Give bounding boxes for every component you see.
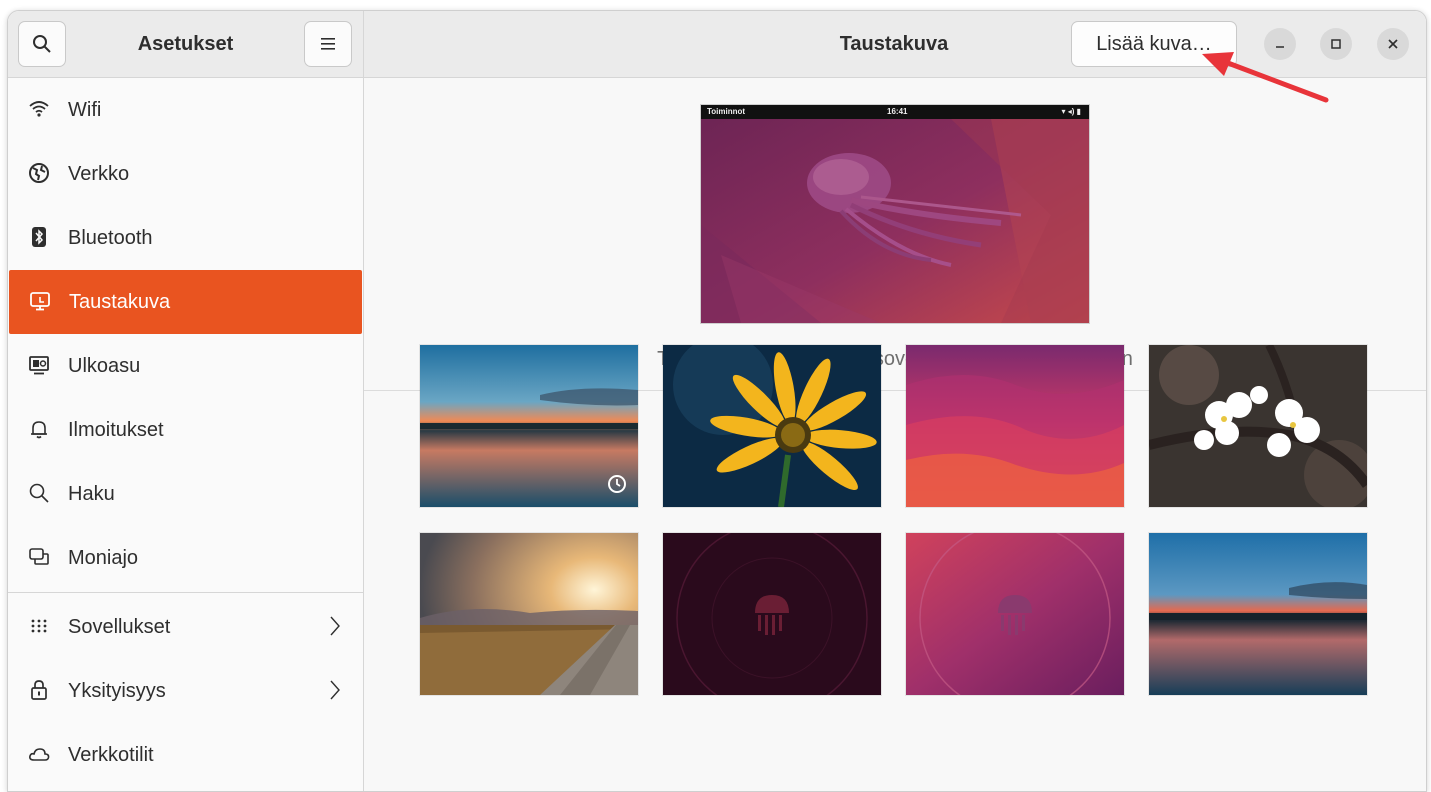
sidebar-item-label: Yksityisyys: [68, 679, 166, 702]
sidebar-item-label: Verkko: [68, 162, 130, 185]
sidebar-title: Asetukset: [137, 33, 234, 55]
preview-top-bar: Toiminnot 16:41 ▾ ◂) ▮: [701, 105, 1089, 119]
sidebar-item-wifi[interactable]: Wifi: [8, 78, 363, 142]
sidebar-header: Asetukset: [8, 11, 363, 78]
sidebar-item-applications[interactable]: Sovellukset: [8, 595, 363, 659]
sidebar-item-network[interactable]: Verkko: [8, 142, 363, 206]
sidebar-item-background[interactable]: Taustakuva: [9, 270, 362, 334]
search-icon: [29, 483, 49, 503]
sidebar-item-label: Wifi: [68, 98, 102, 121]
sidebar-item-label: Bluetooth: [68, 226, 153, 249]
sidebar-item-bluetooth[interactable]: Bluetooth: [8, 206, 363, 270]
wallpaper-thumbnail-magenta-waves[interactable]: [906, 345, 1124, 507]
wallpaper-thumbnail-yellow-flower[interactable]: [663, 345, 881, 507]
annotation-arrow-icon: [1202, 52, 1329, 103]
monitor-icon: [30, 292, 50, 311]
main-panel: Taustakuva Lisää kuva… Toiminnot 16:41 ▾…: [364, 11, 1426, 791]
globe-icon: [29, 163, 49, 183]
wifi-icon: [29, 101, 49, 117]
sidebar-item-label: Sovellukset: [68, 615, 171, 638]
sidebar-item-label: Taustakuva: [69, 290, 171, 313]
time-based-wallpaper-icon: [608, 475, 626, 493]
chevron-right-icon: [330, 616, 340, 636]
sidebar-item-label: Haku: [68, 482, 115, 505]
wallpaper-preview: Toiminnot 16:41 ▾ ◂) ▮: [700, 104, 1090, 324]
cloud-icon: [29, 748, 50, 761]
close-icon: [1388, 39, 1398, 49]
sidebar-item-privacy[interactable]: Yksityisyys: [8, 659, 363, 723]
sidebar-nav: Wifi Verkko Bluetooth Taustakuva Ulkoasu…: [8, 78, 363, 787]
lock-icon: [31, 680, 47, 700]
wallpaper-thumbnail-dark-jellyfish[interactable]: [663, 533, 881, 695]
search-button[interactable]: [18, 21, 66, 67]
appearance-icon: [29, 356, 49, 375]
windows-icon: [29, 548, 49, 565]
sidebar-item-appearance[interactable]: Ulkoasu: [8, 334, 363, 398]
close-button[interactable]: [1377, 28, 1409, 60]
chevron-right-icon: [330, 680, 340, 700]
sidebar: Asetukset Wifi Verkko Bluetooth Taustaku…: [8, 11, 364, 791]
preview-wallpaper-image: [701, 105, 1089, 323]
search-icon: [33, 35, 51, 53]
sidebar-item-label: Ulkoasu: [68, 354, 141, 377]
sidebar-item-notifications[interactable]: Ilmoitukset: [8, 398, 363, 462]
settings-window: Asetukset Wifi Verkko Bluetooth Taustaku…: [7, 10, 1427, 792]
bluetooth-icon: [32, 227, 46, 247]
bell-icon: [31, 421, 47, 439]
wallpaper-thumbnail-blue-lake[interactable]: [1149, 533, 1367, 695]
main-menu-button[interactable]: [304, 21, 352, 67]
sidebar-item-online-accounts[interactable]: Verkkotilit: [8, 723, 363, 787]
hamburger-menu-icon: [321, 38, 335, 50]
sidebar-item-label: Ilmoitukset: [68, 418, 164, 441]
preview-status-icons: ▾ ◂) ▮: [1061, 107, 1081, 116]
sidebar-item-search[interactable]: Haku: [8, 462, 363, 526]
sidebar-item-label: Moniajo: [68, 546, 139, 569]
wallpaper-thumbnail-sunny-field[interactable]: [420, 533, 638, 695]
preview-activities-label: Toiminnot: [707, 107, 746, 116]
sidebar-separator: [8, 592, 363, 593]
sidebar-item-label: Verkkotilit: [68, 743, 154, 766]
wallpaper-thumbnail-pink-jellyfish[interactable]: [906, 533, 1124, 695]
grid-icon: [31, 619, 47, 633]
wallpaper-thumbnail-sunset-lake[interactable]: [420, 345, 638, 507]
sidebar-item-multitasking[interactable]: Moniajo: [8, 526, 363, 590]
preview-clock: 16:41: [887, 107, 908, 116]
wallpaper-thumbnail-cherry-blossom[interactable]: [1149, 345, 1367, 507]
